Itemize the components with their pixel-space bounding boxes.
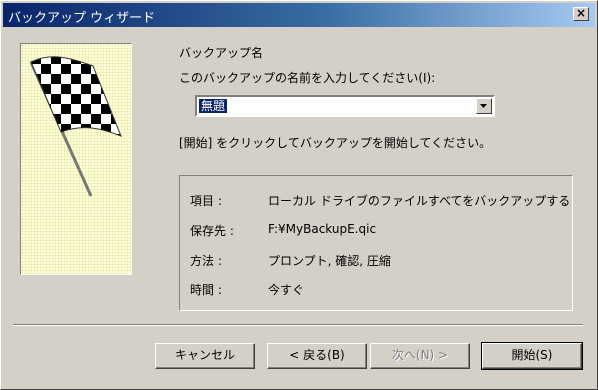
- backup-name-value[interactable]: 無題: [199, 99, 228, 113]
- title-bar[interactable]: バックアップ ウィザード ×: [3, 3, 595, 27]
- page-heading: バックアップ名: [179, 46, 264, 60]
- checkered-flag-icon: [20, 43, 132, 275]
- summary-box: 項目 : ローカル ドライブのファイルすべてをバックアップする 保存先 : F:…: [179, 175, 573, 311]
- summary-label-method: 方法 :: [190, 254, 222, 268]
- close-button[interactable]: ×: [573, 7, 589, 21]
- backup-name-combobox[interactable]: 無題: [195, 95, 495, 117]
- separator-line: [13, 324, 583, 326]
- cancel-button[interactable]: キャンセル: [155, 343, 255, 369]
- summary-value-item: ローカル ドライブのファイルすべてをバックアップする: [268, 194, 571, 208]
- window-title: バックアップ ウィザード: [8, 11, 156, 26]
- summary-label-destination: 保存先 :: [190, 224, 234, 238]
- summary-label-time: 時間 :: [190, 283, 222, 297]
- dropdown-arrow-button[interactable]: [476, 98, 492, 114]
- next-button: 次へ(N) >: [370, 343, 470, 369]
- start-instruction: [開始] をクリックしてバックアップを開始してください。: [179, 136, 492, 150]
- chevron-down-icon: [480, 104, 487, 108]
- start-button[interactable]: 開始(S): [481, 342, 583, 370]
- summary-value-destination: F:¥MyBackupE.qic: [268, 222, 377, 236]
- summary-label-item: 項目 :: [190, 194, 222, 208]
- back-button[interactable]: < 戻る(B): [267, 343, 367, 369]
- summary-value-method: プロンプト, 確認, 圧縮: [268, 254, 391, 268]
- summary-value-time: 今すぐ: [268, 283, 305, 297]
- name-prompt-label: このバックアップの名前を入力してください(I):: [179, 71, 436, 85]
- backup-wizard-window: バックアップ ウィザード × バックアップ名 このバックアップの名前を入力してく…: [0, 0, 598, 390]
